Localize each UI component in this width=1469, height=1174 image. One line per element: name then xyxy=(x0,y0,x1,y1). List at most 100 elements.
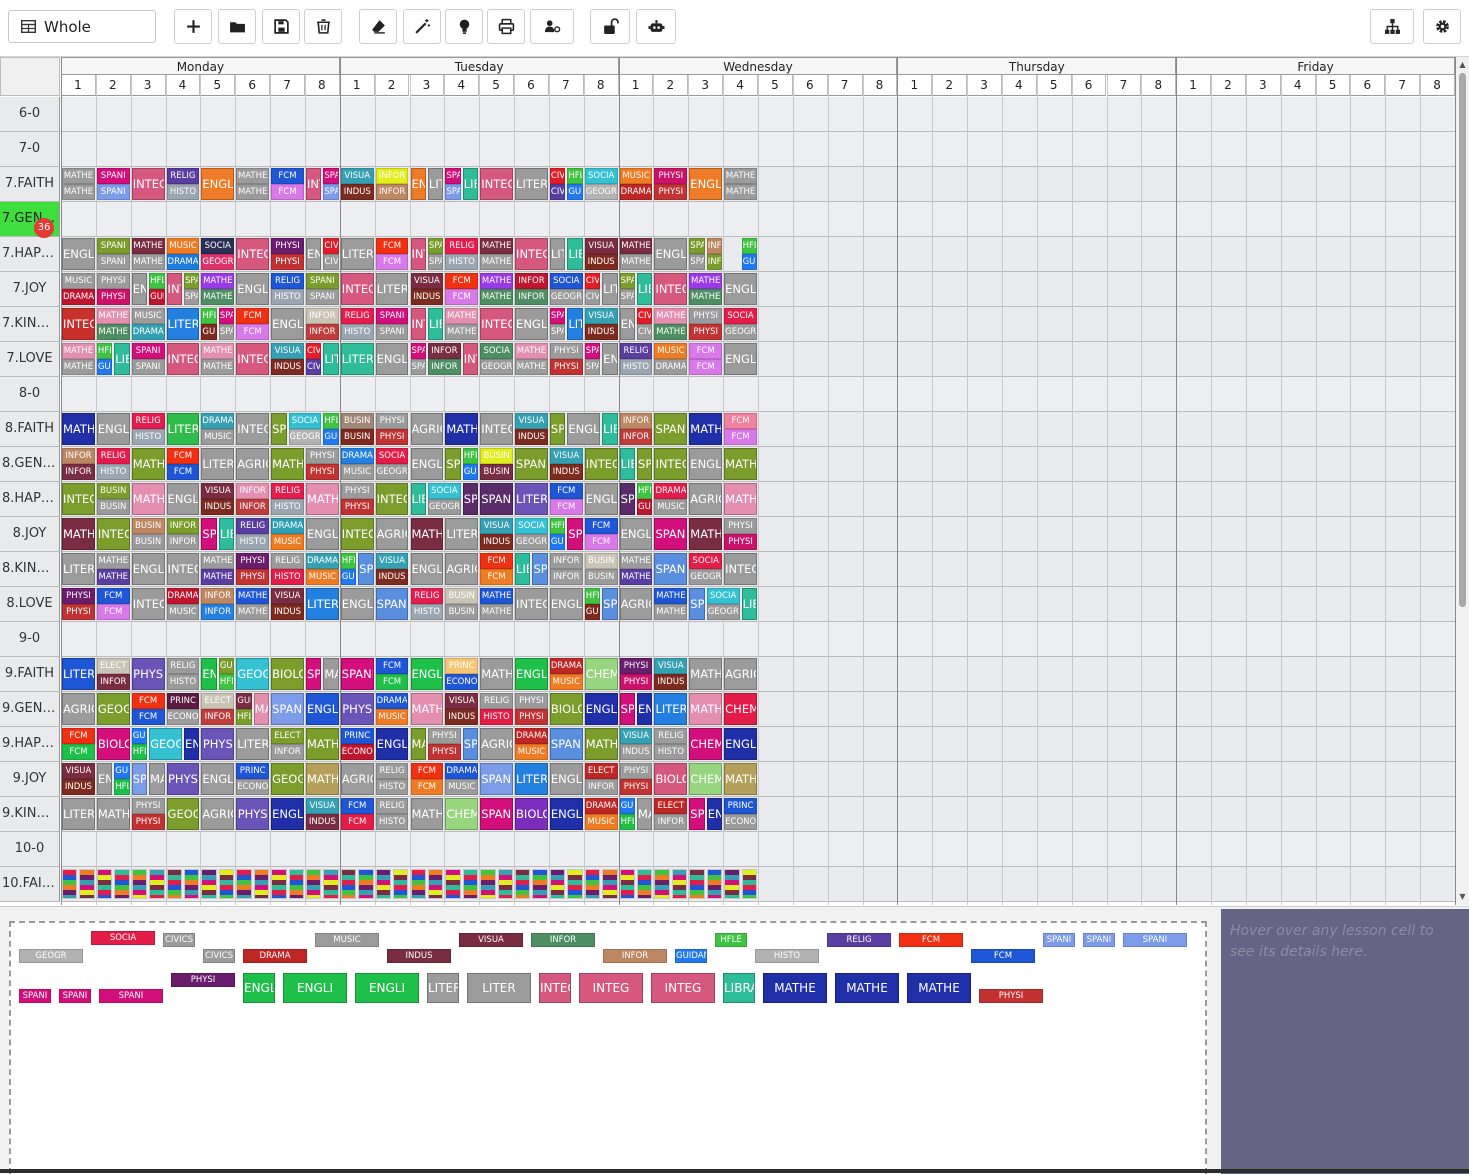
lesson-cell[interactable]: INFOR xyxy=(549,569,583,585)
lesson-cell[interactable]: AGRIC xyxy=(340,763,374,795)
lesson-cell[interactable]: CIVICS xyxy=(305,359,322,375)
lesson-cell[interactable]: MATHE xyxy=(689,289,723,305)
lesson-cell[interactable]: LITER xyxy=(166,308,200,340)
lesson-cell[interactable]: ENGLI xyxy=(654,238,688,270)
lesson-cell[interactable]: PHYSI xyxy=(724,518,757,534)
stacked-lesson-cell[interactable] xyxy=(741,869,757,899)
lesson-cell[interactable]: DRAMA xyxy=(619,184,653,200)
lesson-cell[interactable]: MATHE xyxy=(62,413,95,445)
lesson-cell[interactable]: FCM xyxy=(375,238,409,254)
lesson-cell[interactable]: MATHE xyxy=(305,728,339,760)
lesson-cell[interactable]: FCM xyxy=(375,658,409,674)
lesson-cell[interactable]: MATHE xyxy=(619,553,653,569)
pool-lesson-cell[interactable]: SPANI xyxy=(99,989,163,1003)
lesson-cell[interactable]: VISUA xyxy=(271,588,304,604)
stacked-lesson-cell[interactable] xyxy=(515,869,531,899)
lesson-cell[interactable]: FCM xyxy=(271,168,304,184)
lesson-cell[interactable]: GEOGR xyxy=(689,569,723,585)
lesson-cell[interactable]: SPANI xyxy=(340,658,374,690)
lesson-cell[interactable]: ENGLI xyxy=(305,518,339,550)
lesson-cell[interactable]: GEOGR xyxy=(706,604,740,620)
lesson-cell[interactable]: BIOLO xyxy=(654,763,688,795)
lesson-cell[interactable]: HISTO xyxy=(96,464,130,480)
lesson-cell[interactable]: MATHE xyxy=(480,238,514,254)
stacked-lesson-cell[interactable] xyxy=(410,869,426,899)
pool-lesson-cell[interactable]: FCM xyxy=(899,933,963,947)
lesson-cell[interactable]: FCM xyxy=(549,483,583,499)
lesson-cell[interactable]: VISUA xyxy=(584,238,618,254)
lesson-cell[interactable]: PHYSI xyxy=(236,553,270,569)
lesson-cell[interactable]: ENGLI xyxy=(305,238,322,270)
lesson-cell[interactable]: AGRIC xyxy=(724,658,757,690)
lesson-cell[interactable]: HFLE xyxy=(323,413,339,429)
lesson-cell[interactable]: PHYS xyxy=(340,693,374,725)
lesson-cell[interactable]: SPANI xyxy=(602,588,618,620)
lesson-cell[interactable]: ELECT xyxy=(271,728,304,744)
lesson-cell[interactable]: INTEG xyxy=(96,518,130,550)
lesson-cell[interactable]: MATHE xyxy=(305,763,339,795)
lesson-cell[interactable]: INFOR xyxy=(515,289,548,305)
lesson-cell[interactable]: HISTO xyxy=(445,254,479,270)
lesson-cell[interactable]: MATHE xyxy=(480,273,514,289)
lesson-cell[interactable]: SPANI xyxy=(305,289,339,305)
lesson-cell[interactable]: BUSIN xyxy=(96,499,130,515)
lesson-cell[interactable]: SPANI xyxy=(515,448,548,480)
lesson-cell[interactable]: MATHE xyxy=(96,553,130,569)
lesson-cell[interactable]: HFLE xyxy=(340,553,357,569)
lesson-cell[interactable]: INFOR xyxy=(549,553,583,569)
lesson-cell[interactable]: VISUA xyxy=(654,658,688,674)
lesson-cell[interactable]: GEOGR xyxy=(375,464,409,480)
lesson-cell[interactable]: INTEG xyxy=(62,483,95,515)
lesson-cell[interactable]: FCM xyxy=(724,413,757,429)
lesson-cell[interactable]: INFOR xyxy=(236,499,270,515)
lesson-cell[interactable]: FCM xyxy=(584,534,618,550)
lesson-cell[interactable]: GEOGR xyxy=(236,658,270,690)
lesson-cell[interactable]: GUIDANC xyxy=(549,534,566,550)
lesson-cell[interactable]: LITER xyxy=(62,553,95,585)
lesson-cell[interactable]: MATHE xyxy=(253,693,270,725)
lesson-cell[interactable]: CHEMI xyxy=(584,658,618,690)
lesson-cell[interactable]: SPANI xyxy=(445,184,461,200)
lesson-cell[interactable]: HISTO xyxy=(271,499,304,515)
lesson-cell[interactable]: SOCIA xyxy=(584,168,618,184)
lesson-cell[interactable]: MATHE xyxy=(201,343,235,359)
stacked-lesson-cell[interactable] xyxy=(462,869,479,899)
lesson-cell[interactable]: INFOR xyxy=(706,254,723,270)
lesson-cell[interactable]: MATHE xyxy=(689,413,723,445)
lesson-cell[interactable]: SPANI xyxy=(183,289,200,305)
lesson-cell[interactable]: INFOR xyxy=(271,744,304,760)
lesson-cell[interactable]: MUSIC xyxy=(201,429,235,445)
lesson-cell[interactable]: MATHE xyxy=(724,763,757,795)
lesson-cell[interactable]: SPANI xyxy=(480,763,514,795)
lesson-cell[interactable]: LIBRA xyxy=(567,238,583,270)
lesson-cell[interactable]: MATHE xyxy=(480,289,514,305)
lesson-cell[interactable]: INTEG xyxy=(62,308,95,340)
lesson-cell[interactable]: INFOR xyxy=(619,413,653,429)
lesson-cell[interactable]: FCM xyxy=(131,693,165,709)
lesson-cell[interactable]: SPANI xyxy=(445,448,461,480)
row-label-9kindn[interactable]: 9.KINDN... xyxy=(0,797,60,832)
lesson-cell[interactable]: GUIDANC xyxy=(323,429,339,445)
lesson-cell[interactable]: MATHE xyxy=(480,604,514,620)
pool-lesson-cell[interactable]: INTEG xyxy=(651,973,715,1003)
lesson-cell[interactable]: SPANI xyxy=(375,324,409,340)
lesson-cell[interactable]: PHYSI xyxy=(305,448,339,464)
lesson-cell[interactable]: INFOR xyxy=(619,429,653,445)
lesson-cell[interactable]: ENGLI xyxy=(619,518,653,550)
lesson-cell[interactable]: HFLE xyxy=(114,779,130,795)
lesson-cell[interactable]: FCM xyxy=(166,464,200,480)
lesson-cell[interactable]: LIBRA xyxy=(741,588,757,620)
lesson-cell[interactable]: MATHE xyxy=(637,798,653,830)
lesson-cell[interactable]: LITER xyxy=(305,588,339,620)
lesson-cell[interactable]: ENGLI xyxy=(131,273,148,305)
lesson-cell[interactable]: PHYSI xyxy=(724,534,757,550)
lesson-cell[interactable]: MATHE xyxy=(201,569,235,585)
pool-lesson-cell[interactable]: LIBRA xyxy=(723,973,755,1003)
lesson-cell[interactable]: ELECT xyxy=(201,693,235,709)
lesson-cell[interactable]: INDUS xyxy=(480,534,514,550)
lesson-cell[interactable]: CIVICS xyxy=(637,324,653,340)
lesson-cell[interactable]: INTEG xyxy=(236,343,270,375)
lesson-cell[interactable]: SPANI xyxy=(654,553,688,585)
lesson-cell[interactable]: ENGLI xyxy=(166,483,200,515)
lesson-cell[interactable]: PRINC xyxy=(445,658,479,674)
